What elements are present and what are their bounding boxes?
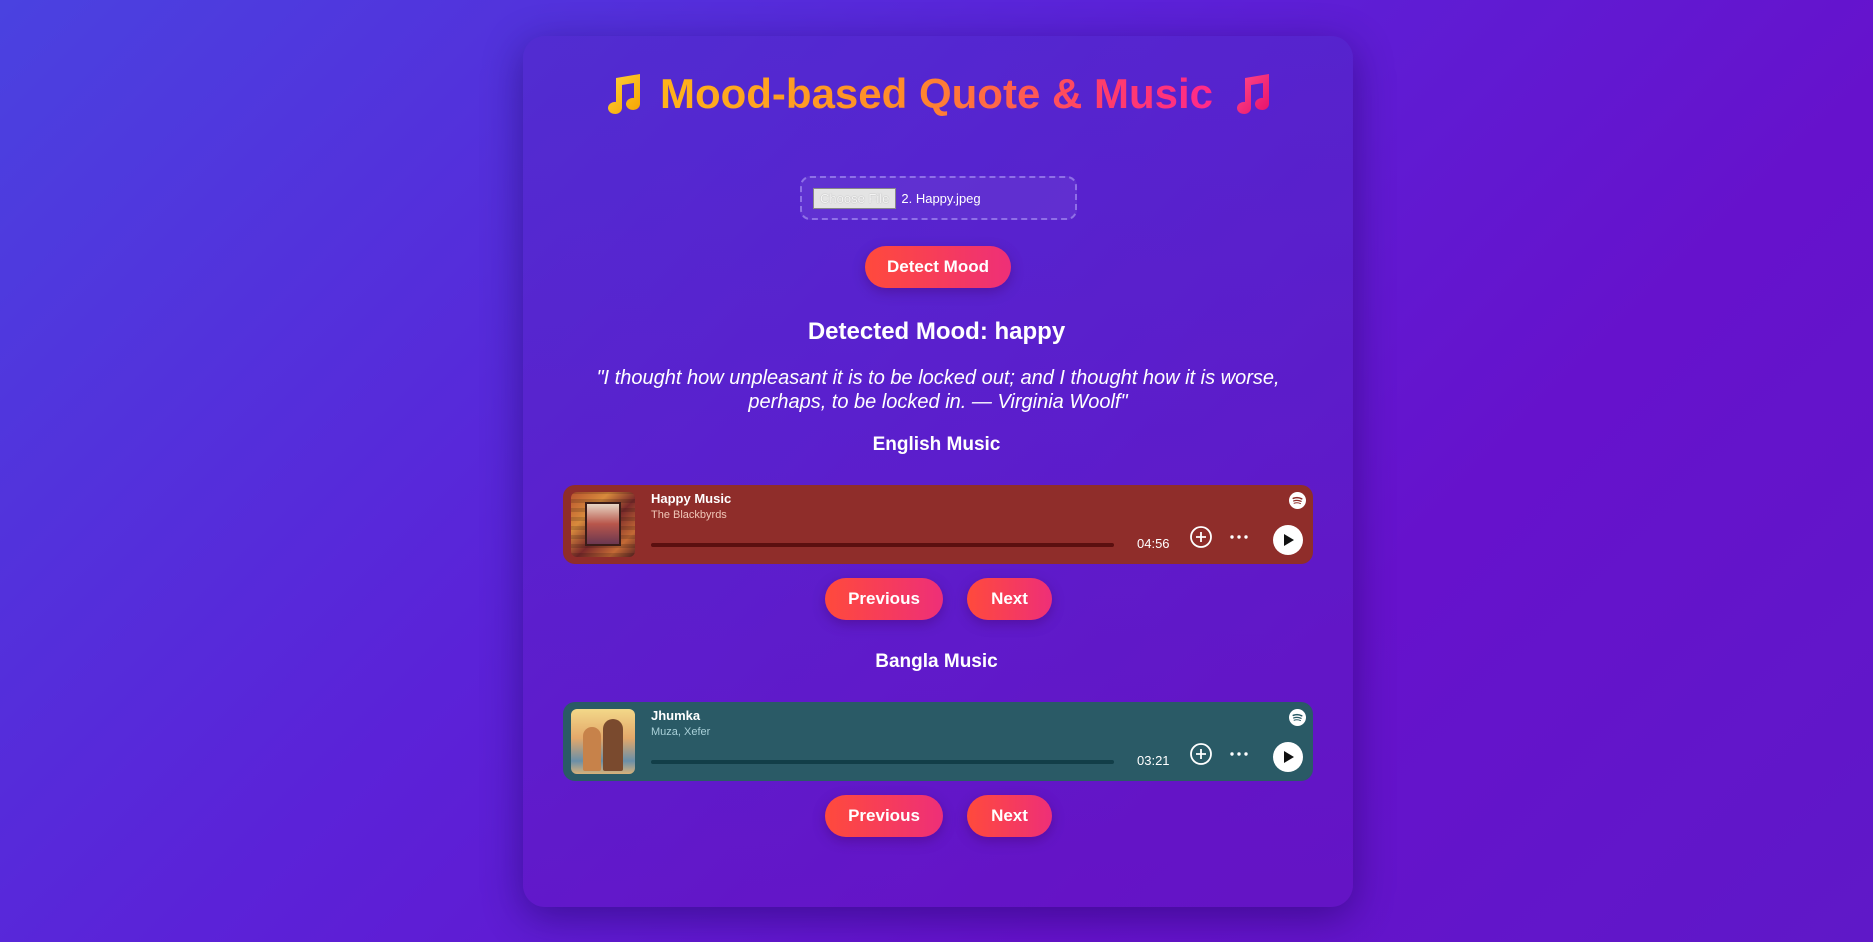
track-title[interactable]: Happy Music (651, 491, 731, 506)
progress-bar[interactable] (651, 543, 1114, 547)
add-icon[interactable] (1189, 742, 1213, 766)
music-note-icon (607, 74, 640, 114)
bangla-previous-button[interactable]: Previous (825, 795, 943, 837)
english-next-button[interactable]: Next (967, 578, 1052, 620)
choose-file-button[interactable]: Choose File (813, 187, 897, 209)
detect-mood-button[interactable]: Detect Mood (865, 246, 1011, 288)
bangla-music-player[interactable]: Jhumka Muza, Xefer 03:21 (563, 702, 1313, 781)
bangla-music-heading: Bangla Music (875, 651, 998, 672)
play-icon[interactable] (1273, 525, 1303, 555)
english-music-heading: English Music (872, 434, 1001, 455)
track-artist[interactable]: Muza, Xefer (651, 726, 710, 738)
track-duration: 03:21 (1137, 753, 1170, 768)
album-art (571, 492, 635, 557)
album-art (571, 709, 635, 774)
title-text: Mood-based Quote & Music (659, 70, 1213, 117)
add-icon[interactable] (1189, 525, 1213, 549)
detected-mood: Detected Mood: happy (807, 318, 1066, 345)
play-icon[interactable] (1273, 742, 1303, 772)
bangla-next-button[interactable]: Next (967, 795, 1052, 837)
quote-text: "I thought how unpleasant it is to be lo… (596, 367, 1280, 413)
more-options-icon[interactable] (1227, 525, 1251, 549)
track-title[interactable]: Jhumka (651, 708, 700, 723)
track-artist[interactable]: The Blackbyrds (651, 509, 727, 521)
selected-file-name: 2. Happy.jpeg (901, 190, 981, 206)
english-music-player[interactable]: Happy Music The Blackbyrds 04:56 (563, 485, 1313, 564)
track-duration: 04:56 (1137, 536, 1170, 551)
music-note-icon (1237, 74, 1269, 114)
page-title: Mood-based Quote & Music (0, 70, 1873, 118)
spotify-icon[interactable] (1289, 709, 1306, 726)
spotify-icon[interactable] (1289, 492, 1306, 509)
english-previous-button[interactable]: Previous (825, 578, 943, 620)
progress-bar[interactable] (651, 760, 1114, 764)
file-upload-area[interactable]: Choose File 2. Happy.jpeg (800, 176, 1077, 220)
more-options-icon[interactable] (1227, 742, 1251, 766)
